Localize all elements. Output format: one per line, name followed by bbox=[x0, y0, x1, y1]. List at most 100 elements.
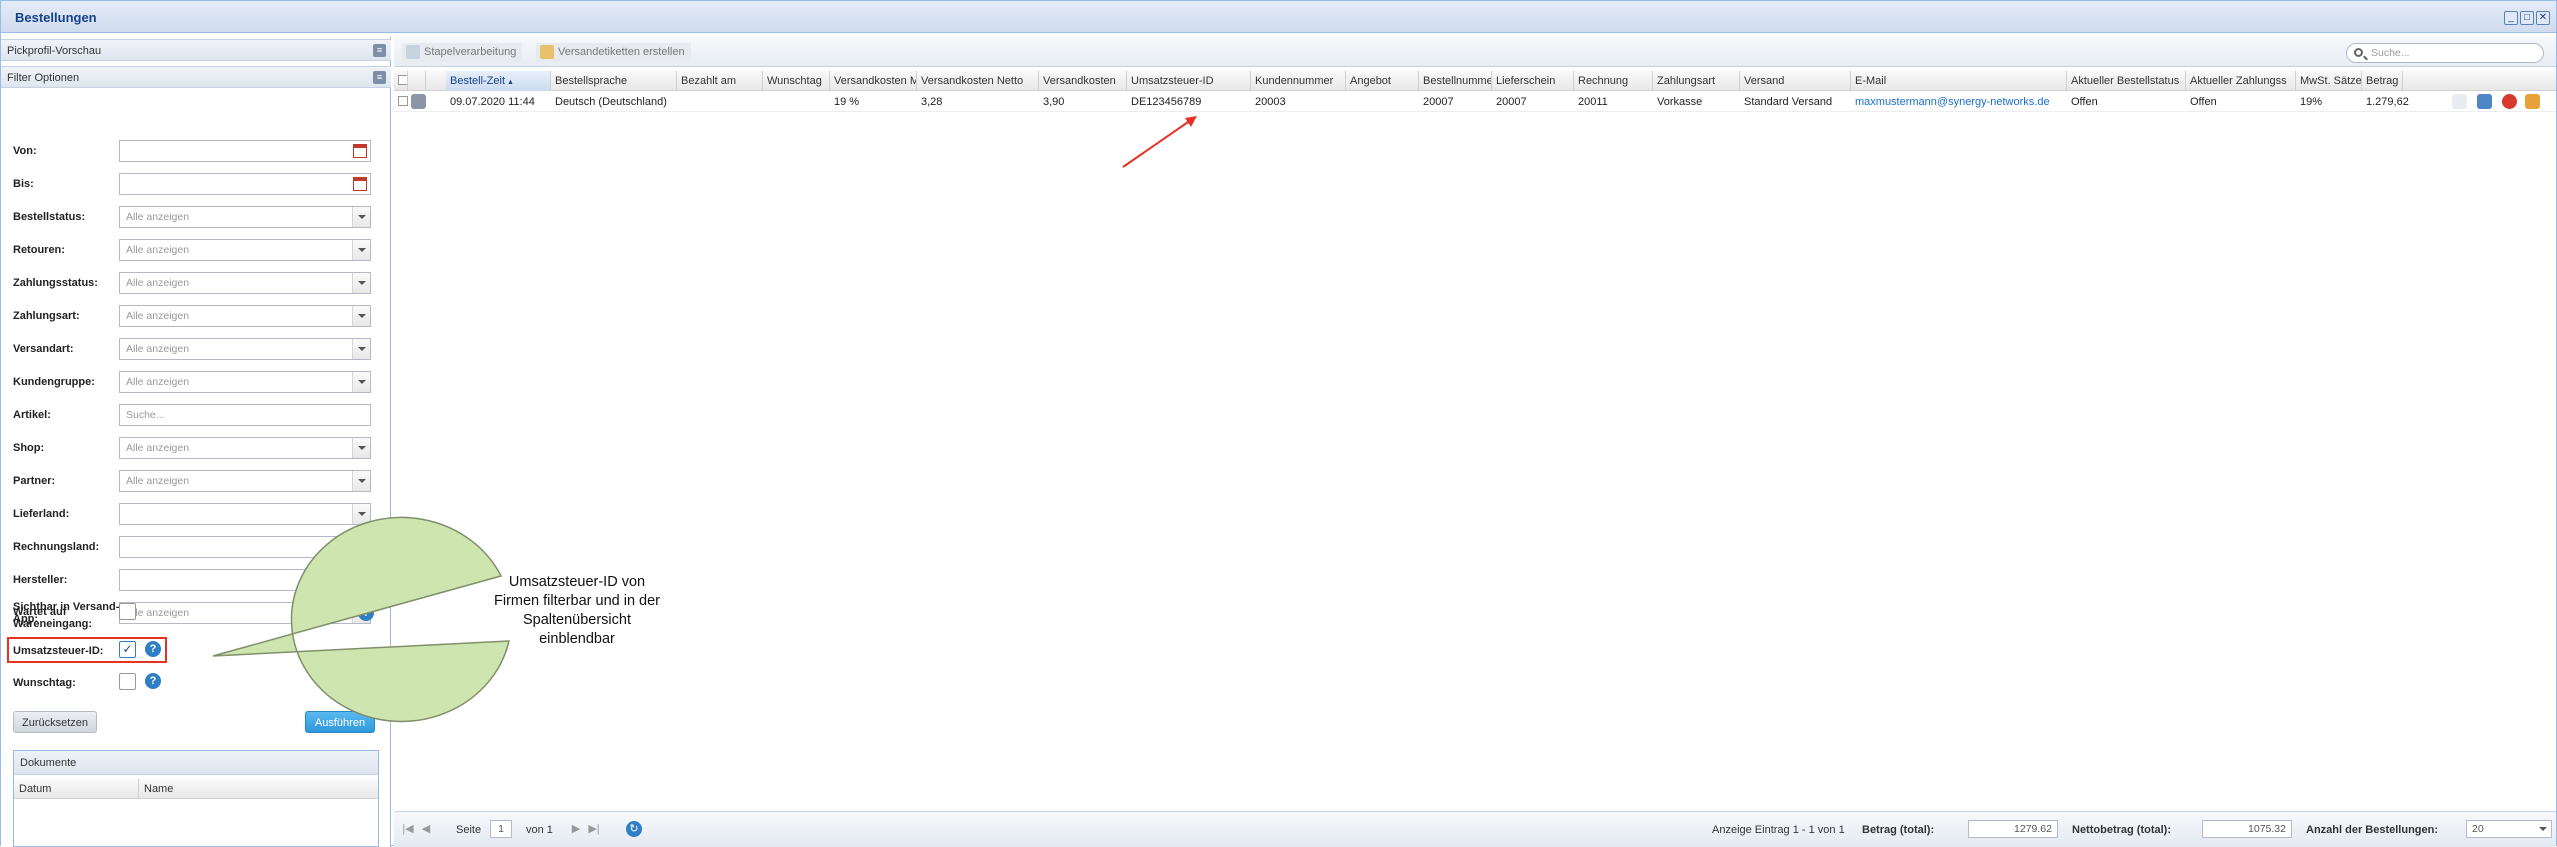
last-page-icon[interactable]: ▶| bbox=[588, 822, 600, 836]
filter-row: Retouren: Alle anzeigen bbox=[1, 239, 391, 269]
pickprofil-header[interactable]: Pickprofil-Vorschau ≡ bbox=[1, 39, 391, 61]
filter-row: Bestellstatus: Alle anzeigen bbox=[1, 206, 391, 236]
filter-row: Rechnungsland: bbox=[1, 536, 391, 566]
calendar-icon[interactable] bbox=[353, 144, 367, 158]
date-field[interactable] bbox=[119, 140, 371, 162]
text-field[interactable]: Suche... bbox=[119, 404, 371, 426]
field-value: Alle anzeigen bbox=[126, 211, 190, 223]
column-header[interactable]: Bestell-Zeit ▲ bbox=[446, 71, 551, 91]
column-header[interactable]: Versandkosten bbox=[1039, 71, 1127, 91]
next-page-icon[interactable]: ▶ bbox=[570, 822, 582, 836]
select-field[interactable] bbox=[119, 536, 371, 558]
column-header[interactable]: E-Mail bbox=[1851, 71, 2067, 91]
sort-asc-icon: ▲ bbox=[505, 79, 514, 86]
wartet-checkbox[interactable] bbox=[119, 603, 136, 620]
restore-icon[interactable]: □ bbox=[2520, 11, 2534, 25]
column-header[interactable]: Bestellsprache bbox=[551, 71, 677, 91]
table-cell: DE123456789 bbox=[1131, 96, 1202, 108]
table-cell: 20011 bbox=[1578, 96, 1608, 108]
column-header[interactable]: Versand bbox=[1740, 71, 1851, 91]
ust-checkbox-checked[interactable]: ✓ bbox=[119, 641, 136, 658]
close-icon[interactable]: ✕ bbox=[2536, 11, 2550, 25]
column-header[interactable]: Rechnung bbox=[1574, 71, 1653, 91]
column-header[interactable]: Aktueller Zahlungss bbox=[2186, 71, 2296, 91]
help-icon[interactable]: ? bbox=[145, 641, 161, 657]
select-field[interactable] bbox=[119, 569, 371, 591]
chevron-down-icon[interactable] bbox=[352, 240, 370, 260]
column-header[interactable]: Bestellnummer bbox=[1419, 71, 1492, 91]
row-checkbox[interactable] bbox=[394, 92, 408, 112]
field-value: Suche... bbox=[126, 409, 165, 421]
edit-icon[interactable] bbox=[2525, 94, 2540, 109]
field-value: Alle anzeigen bbox=[126, 310, 190, 322]
select-field[interactable]: Alle anzeigen bbox=[119, 272, 371, 294]
docs-col-name[interactable]: Name bbox=[139, 779, 378, 799]
column-header[interactable]: Angebot bbox=[1346, 71, 1419, 91]
column-header[interactable]: Aktueller Bestellstatus bbox=[2067, 71, 2186, 91]
first-page-icon[interactable]: |◀ bbox=[402, 822, 414, 836]
net-value: 1075.32 bbox=[2202, 820, 2292, 838]
chevron-down-icon[interactable] bbox=[352, 570, 370, 590]
chevron-down-icon[interactable] bbox=[352, 372, 370, 392]
reset-button[interactable]: Zurücksetzen bbox=[13, 711, 97, 733]
chevron-down-icon[interactable] bbox=[352, 306, 370, 326]
refresh-icon[interactable]: ↻ bbox=[626, 821, 642, 837]
filter-options-header[interactable]: Filter Optionen ≡ bbox=[1, 66, 391, 88]
filter-label: Retouren: bbox=[13, 244, 65, 256]
column-header-label: Lieferschein bbox=[1496, 75, 1556, 87]
column-header-label: Rechnung bbox=[1578, 75, 1629, 87]
column-header[interactable]: Versandkosten Netto bbox=[917, 71, 1039, 91]
calendar-icon[interactable] bbox=[353, 177, 367, 191]
select-all-checkbox[interactable] bbox=[394, 71, 408, 91]
select-field[interactable]: Alle anzeigen bbox=[119, 437, 371, 459]
cancel-icon[interactable] bbox=[2502, 94, 2517, 109]
run-button[interactable]: Ausführen bbox=[305, 711, 375, 733]
expand-row-icon[interactable] bbox=[411, 94, 426, 109]
search-input[interactable]: Suche... bbox=[2346, 43, 2544, 63]
select-field[interactable] bbox=[119, 503, 371, 525]
help-icon[interactable]: ? bbox=[145, 673, 161, 689]
table-cell: 3,28 bbox=[921, 96, 943, 108]
chevron-down-icon[interactable] bbox=[352, 207, 370, 227]
select-field[interactable]: Alle anzeigen bbox=[119, 371, 371, 393]
wunschtag-checkbox[interactable] bbox=[119, 673, 136, 690]
collapse-icon[interactable]: ≡ bbox=[373, 71, 386, 84]
chevron-down-icon[interactable] bbox=[352, 504, 370, 524]
select-field[interactable]: Alle anzeigen bbox=[119, 305, 371, 327]
docs-col-date[interactable]: Datum bbox=[14, 779, 139, 799]
column-header[interactable]: Zahlungsart bbox=[1653, 71, 1740, 91]
email-link[interactable]: maxmustermann@synergy-networks.de bbox=[1851, 92, 2067, 112]
column-header-label: Versandkosten Netto bbox=[921, 75, 1024, 87]
column-header[interactable]: Kundennummer bbox=[1251, 71, 1346, 91]
column-header[interactable]: Umsatzsteuer-ID bbox=[1127, 71, 1251, 91]
filter-options-title: Filter Optionen bbox=[7, 72, 80, 84]
table-row[interactable]: 09.07.2020 11:44 Deutsch (Deutschland) 19 … bbox=[394, 92, 2556, 112]
column-header[interactable]: Versandkosten MwSt. bbox=[830, 71, 917, 91]
select-field[interactable]: Alle anzeigen bbox=[119, 470, 371, 492]
filter-row: Lieferland: bbox=[1, 503, 391, 533]
prev-page-icon[interactable]: ◀ bbox=[420, 822, 432, 836]
shipping-labels-button[interactable]: Versandetiketten erstellen bbox=[536, 43, 691, 62]
help-icon[interactable]: ? bbox=[358, 605, 374, 621]
customer-icon[interactable] bbox=[2477, 94, 2492, 109]
page-input[interactable]: 1 bbox=[490, 820, 512, 838]
document-icon[interactable] bbox=[2452, 94, 2467, 109]
select-field[interactable]: Alle anzeigen bbox=[119, 338, 371, 360]
column-header[interactable]: Bezahlt am bbox=[677, 71, 763, 91]
collapse-icon[interactable]: ≡ bbox=[373, 44, 386, 57]
chevron-down-icon[interactable] bbox=[352, 438, 370, 458]
minimize-icon[interactable]: _ bbox=[2504, 11, 2518, 25]
column-header[interactable]: Wunschtag bbox=[763, 71, 830, 91]
chevron-down-icon[interactable] bbox=[352, 339, 370, 359]
column-header[interactable]: Lieferschein bbox=[1492, 71, 1574, 91]
date-field[interactable] bbox=[119, 173, 371, 195]
column-header[interactable]: MwSt. Sätze bbox=[2296, 71, 2362, 91]
select-field[interactable]: Alle anzeigen bbox=[119, 239, 371, 261]
count-select[interactable]: 20 bbox=[2466, 820, 2552, 838]
chevron-down-icon[interactable] bbox=[352, 471, 370, 491]
select-field[interactable]: Alle anzeigen bbox=[119, 206, 371, 228]
batch-button[interactable]: Stapelverarbeitung bbox=[402, 43, 523, 62]
chevron-down-icon[interactable] bbox=[352, 537, 370, 557]
column-header[interactable]: Betrag bbox=[2362, 71, 2404, 91]
chevron-down-icon[interactable] bbox=[352, 273, 370, 293]
